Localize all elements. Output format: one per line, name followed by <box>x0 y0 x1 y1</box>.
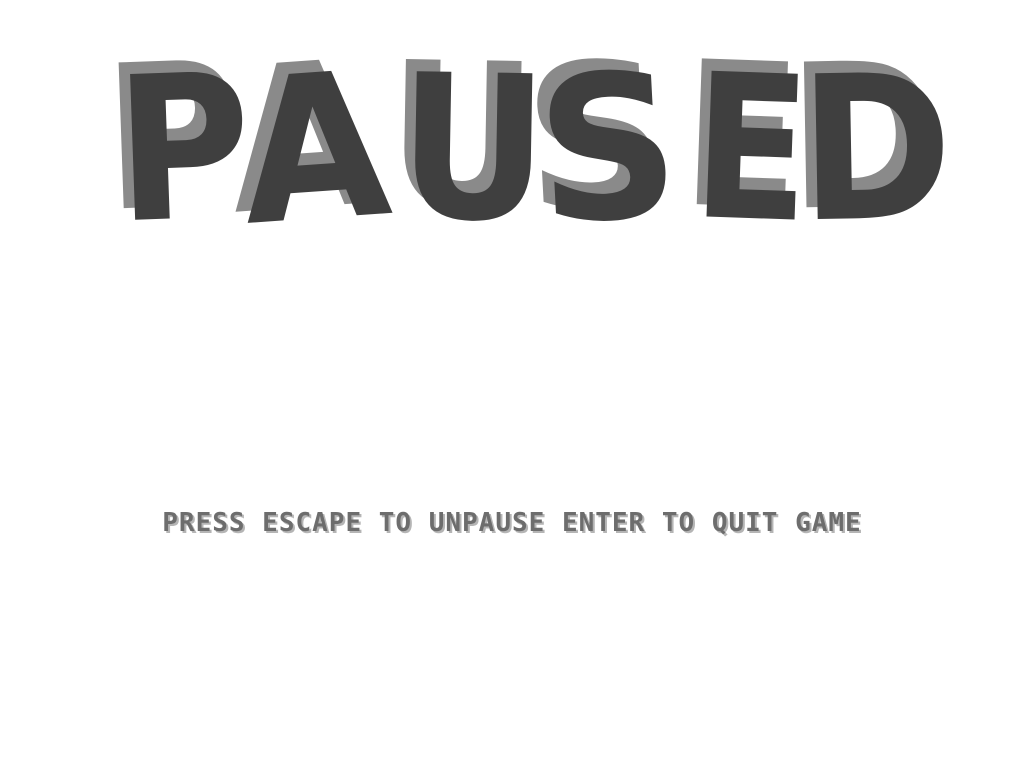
title-letter-d: D <box>797 31 955 268</box>
title-letter-u: U <box>396 31 550 268</box>
title-letter-a: A <box>233 28 397 271</box>
title-letter-e: E <box>689 31 814 268</box>
title-letter-s: S <box>531 29 685 270</box>
title-letter-p: P <box>111 30 255 269</box>
pause-instructions: PRESS ESCAPE TO UNPAUSE ENTER TO QUIT GA… <box>162 508 862 538</box>
pause-screen: P A U S E D PRESS ESCAPE TO UNPAUSE ENTE… <box>0 0 1024 768</box>
paused-title: P A U S E D <box>100 28 955 271</box>
